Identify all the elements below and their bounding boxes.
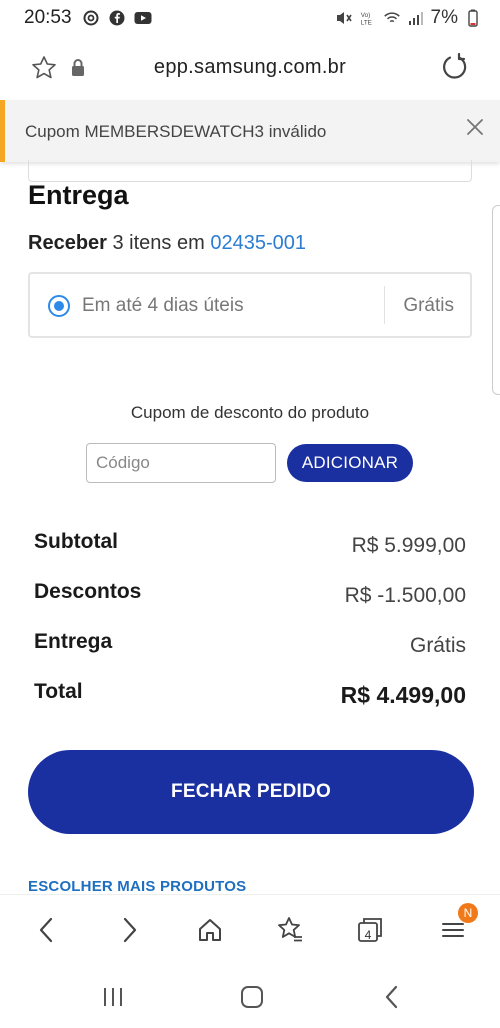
close-icon[interactable] bbox=[464, 116, 486, 138]
menu-icon[interactable]: N bbox=[436, 903, 478, 947]
summary-row-subtotal: Subtotal R$ 5.999,00 bbox=[34, 530, 466, 560]
subtotal-value: R$ 5.999,00 bbox=[351, 534, 466, 557]
receive-label: Receber bbox=[28, 232, 107, 254]
system-back-icon[interactable] bbox=[377, 982, 407, 1012]
shipping-option-price: Grátis bbox=[403, 295, 454, 316]
svg-text:LTE: LTE bbox=[360, 19, 371, 26]
shipping-radio[interactable] bbox=[48, 295, 70, 317]
summary-row-total: Total R$ 4.499,00 bbox=[34, 680, 466, 710]
threads-icon bbox=[82, 9, 100, 27]
notification-icons bbox=[82, 9, 152, 27]
delivery-label: Entrega bbox=[34, 630, 113, 653]
summary-row-discounts: Descontos R$ -1.500,00 bbox=[34, 580, 466, 610]
more-products-link[interactable]: ESCOLHER MAIS PRODUTOS bbox=[28, 878, 246, 895]
home-icon[interactable] bbox=[193, 913, 227, 947]
battery-percent: 7% bbox=[430, 7, 458, 28]
previous-section-box bbox=[28, 160, 472, 182]
total-value: R$ 4.499,00 bbox=[340, 682, 466, 708]
total-label: Total bbox=[34, 680, 83, 703]
menu-badge: N bbox=[458, 903, 478, 923]
zip-code-link[interactable]: 02435-001 bbox=[210, 232, 306, 254]
add-coupon-button[interactable]: ADICIONAR bbox=[287, 444, 413, 482]
status-right: Vo) LTE 7% bbox=[335, 7, 482, 29]
error-toast: Cupom MEMBERSDEWATCH3 inválido bbox=[0, 100, 500, 162]
url-text[interactable]: epp.samsung.com.br bbox=[0, 56, 500, 79]
shipping-option-label: Em até 4 dias úteis bbox=[82, 295, 244, 316]
toast-message: Cupom MEMBERSDEWATCH3 inválido bbox=[25, 122, 327, 141]
youtube-icon bbox=[134, 9, 152, 27]
coupon-title: Cupom de desconto do produto bbox=[130, 403, 370, 422]
back-icon[interactable] bbox=[30, 913, 64, 947]
home-button-icon[interactable] bbox=[237, 982, 267, 1012]
address-bar: epp.samsung.com.br bbox=[0, 40, 500, 96]
battery-icon bbox=[464, 9, 482, 27]
delivery-title: Entrega bbox=[28, 180, 129, 210]
wifi-icon bbox=[383, 9, 401, 27]
discount-value: R$ -1.500,00 bbox=[344, 584, 466, 607]
summary-row-delivery: Entrega Grátis bbox=[34, 630, 466, 660]
tabs-icon[interactable]: 4 bbox=[354, 913, 388, 947]
delivery-value: Grátis bbox=[409, 634, 466, 657]
subtotal-label: Subtotal bbox=[34, 530, 118, 553]
tab-count: 4 bbox=[364, 928, 372, 942]
reload-icon[interactable] bbox=[440, 52, 470, 87]
receive-items: 3 itens em bbox=[112, 232, 205, 254]
recent-apps-icon[interactable] bbox=[98, 982, 128, 1012]
browser-toolbar: 4 N bbox=[0, 894, 500, 966]
facebook-icon bbox=[108, 9, 126, 27]
status-bar: 20:53 Vo) LTE 7% bbox=[0, 0, 500, 36]
checkout-button[interactable]: FECHAR PEDIDO bbox=[28, 750, 474, 834]
mute-icon bbox=[335, 9, 353, 27]
divider bbox=[384, 286, 385, 324]
shipping-option[interactable]: Em até 4 dias úteis Grátis bbox=[28, 272, 472, 338]
receive-line: Receber 3 itens em 02435-001 bbox=[28, 232, 306, 255]
forward-icon[interactable] bbox=[112, 913, 146, 947]
signal-icon bbox=[407, 9, 425, 27]
scrollbar-handle[interactable] bbox=[492, 205, 500, 395]
coupon-code-input[interactable] bbox=[86, 443, 276, 483]
status-time: 20:53 bbox=[24, 7, 72, 28]
system-nav-bar bbox=[0, 966, 500, 1028]
bookmarks-icon[interactable] bbox=[273, 913, 307, 947]
volte-icon: Vo) LTE bbox=[359, 9, 377, 27]
svg-text:Vo): Vo) bbox=[360, 12, 369, 19]
discount-label: Descontos bbox=[34, 580, 142, 603]
